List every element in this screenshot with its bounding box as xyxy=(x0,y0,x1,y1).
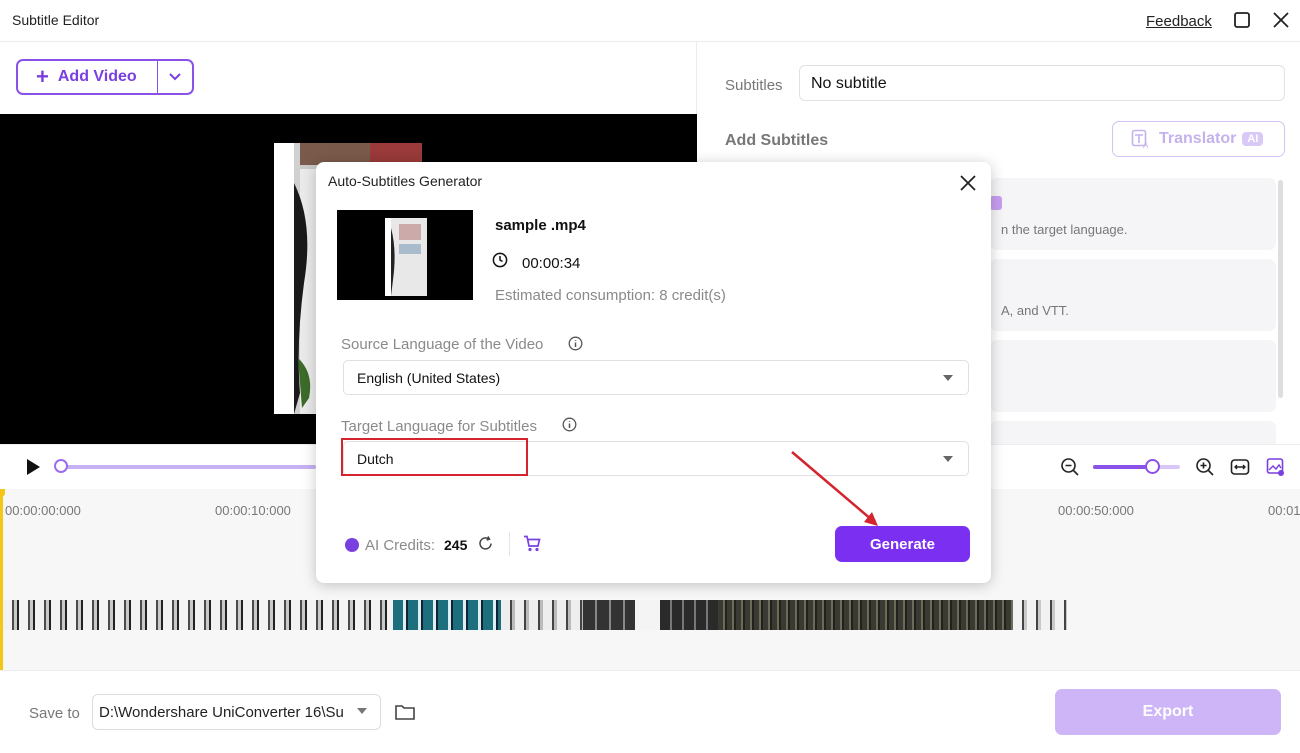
zoom-slider-knob[interactable] xyxy=(1145,459,1160,474)
subtitles-label: Subtitles xyxy=(725,77,783,94)
source-language-label: Source Language of the Video xyxy=(341,336,544,353)
translator-ai-badge: AI xyxy=(1242,132,1264,146)
panel-scrollbar[interactable] xyxy=(1278,180,1283,398)
clock-icon xyxy=(492,252,508,268)
translate-icon: A xyxy=(1131,129,1149,149)
translator-button[interactable]: A Translator AI xyxy=(1112,121,1285,157)
close-icon[interactable] xyxy=(1270,9,1292,31)
info-icon[interactable] xyxy=(568,336,583,351)
option-card-translate[interactable]: n the target language. xyxy=(990,178,1276,250)
zoom-slider-fill xyxy=(1093,465,1153,469)
divider xyxy=(509,532,510,556)
timeline-tick: 00:00:00:000 xyxy=(5,503,81,518)
timeline-tick: 00:00:50:000 xyxy=(1058,503,1134,518)
editor-toolbar: + Add Video xyxy=(0,42,697,114)
video-thumbnail xyxy=(337,210,473,300)
add-video-label: Add Video xyxy=(57,68,137,85)
auto-subtitles-dialog: Auto-Subtitles Generator sample .mp4 00:… xyxy=(316,162,991,583)
dialog-title: Auto-Subtitles Generator xyxy=(328,173,483,189)
folder-icon[interactable] xyxy=(394,702,416,722)
window-title: Subtitle Editor xyxy=(12,12,100,28)
add-video-button[interactable]: + Add Video xyxy=(16,59,194,95)
option-card-fourth[interactable] xyxy=(990,421,1276,444)
generate-button[interactable]: Generate xyxy=(835,526,970,562)
subtitles-select[interactable]: No subtitle xyxy=(799,65,1285,101)
cart-icon[interactable] xyxy=(523,535,541,552)
ai-credits-label: AI Credits: xyxy=(365,537,436,554)
feedback-link[interactable]: Feedback xyxy=(1146,13,1212,30)
option-card-text: n the target language. xyxy=(1001,222,1128,237)
timeline-tick: 00:00:10:000 xyxy=(215,503,291,518)
save-path-select[interactable]: D:\Wondershare UniConverter 16\Su xyxy=(92,694,381,730)
zoom-out-icon[interactable] xyxy=(1060,457,1080,477)
refresh-icon[interactable] xyxy=(477,535,494,552)
target-language-highlight xyxy=(341,438,528,476)
zoom-in-icon[interactable] xyxy=(1195,457,1215,477)
maximize-icon[interactable] xyxy=(1231,9,1253,31)
ai-credits-icon xyxy=(345,538,359,552)
translator-label: Translator xyxy=(1159,130,1237,147)
progress-knob[interactable] xyxy=(54,459,68,473)
plus-icon: + xyxy=(36,64,49,89)
progress-track[interactable] xyxy=(58,465,316,469)
timeline-tick: 00:01 xyxy=(1268,503,1300,518)
thumbnail-image xyxy=(337,210,473,300)
add-video-main[interactable]: + Add Video xyxy=(18,61,158,93)
add-subtitles-heading: Add Subtitles xyxy=(725,132,829,149)
add-video-dropdown[interactable] xyxy=(158,61,192,93)
video-filmstrip[interactable] xyxy=(3,600,1067,630)
info-icon[interactable] xyxy=(562,417,577,432)
playhead-handle[interactable] xyxy=(0,489,5,497)
close-icon[interactable] xyxy=(959,174,977,192)
play-icon[interactable] xyxy=(24,458,42,476)
title-bar: Subtitle Editor Feedback xyxy=(0,0,1300,42)
save-to-label: Save to xyxy=(29,705,80,722)
bottom-bar: Save to D:\Wondershare UniConverter 16\S… xyxy=(0,670,1300,753)
export-button[interactable]: Export xyxy=(1055,689,1281,735)
ai-credits-value: 245 xyxy=(444,537,468,553)
option-card-third[interactable] xyxy=(990,340,1276,412)
target-language-label: Target Language for Subtitles xyxy=(341,418,537,435)
svg-text:A: A xyxy=(1143,141,1149,149)
playhead[interactable] xyxy=(0,489,5,670)
source-language-select[interactable]: English (United States) xyxy=(343,360,969,395)
file-name: sample .mp4 xyxy=(495,217,586,234)
caret-down-icon xyxy=(357,708,367,714)
option-card-text: A, and VTT. xyxy=(1001,303,1069,318)
fit-timeline-icon[interactable] xyxy=(1230,457,1250,477)
video-duration: 00:00:34 xyxy=(522,255,581,272)
ai-chip-icon xyxy=(990,196,1002,210)
caret-down-icon xyxy=(943,456,953,462)
caret-down-icon xyxy=(943,375,953,381)
estimated-consumption: Estimated consumption: 8 credit(s) xyxy=(495,287,726,304)
chevron-down-icon xyxy=(169,73,181,81)
thumbnail-toggle-icon[interactable] xyxy=(1266,457,1286,477)
option-card-import[interactable]: A, and VTT. xyxy=(990,259,1276,331)
